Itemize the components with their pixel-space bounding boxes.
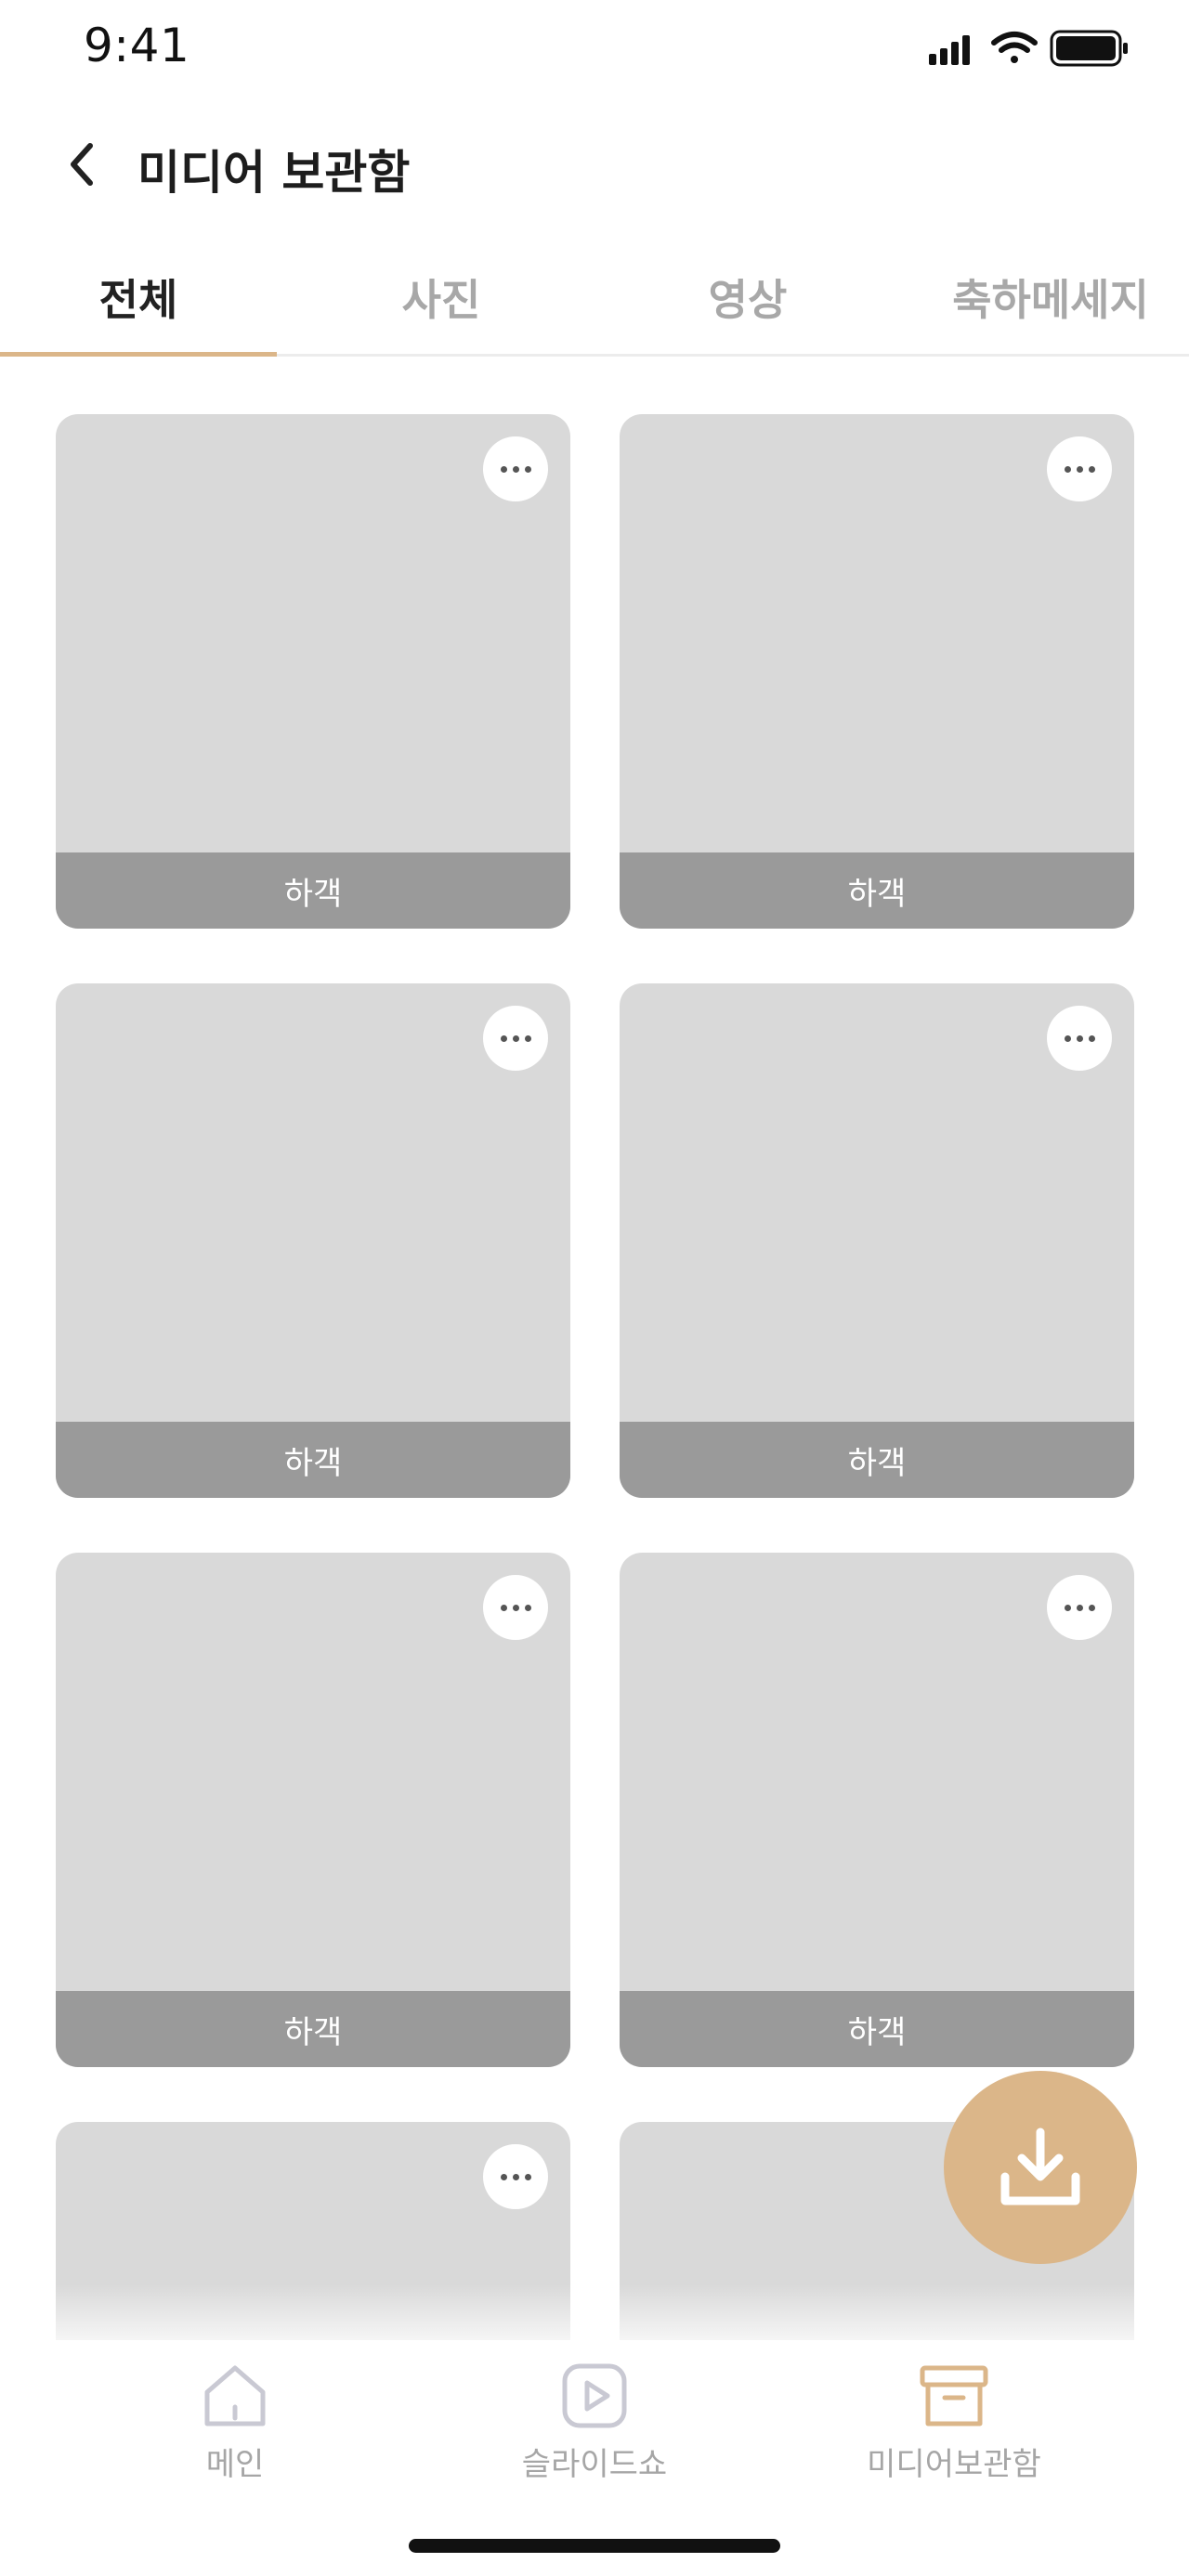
more-button[interactable] bbox=[1047, 1006, 1112, 1071]
wifi-icon bbox=[991, 32, 1038, 63]
tab-indicator bbox=[0, 352, 277, 357]
download-icon bbox=[1000, 2127, 1080, 2205]
chevron-left-icon bbox=[71, 143, 93, 186]
more-button[interactable] bbox=[483, 2144, 548, 2209]
back-button[interactable] bbox=[54, 132, 110, 197]
tab-video[interactable]: 영상 bbox=[613, 238, 882, 357]
archive-icon bbox=[920, 2365, 988, 2426]
battery-icon bbox=[1050, 30, 1128, 67]
media-card[interactable]: 하객 bbox=[56, 414, 570, 929]
media-card[interactable]: 하객 bbox=[56, 1553, 570, 2067]
nav-label-main: 메인 bbox=[205, 2446, 265, 2483]
media-card[interactable]: 하객 bbox=[620, 983, 1134, 1498]
card-label: 하객 bbox=[620, 1991, 1134, 2067]
card-label: 하객 bbox=[56, 1422, 570, 1498]
tab-all[interactable]: 전체 bbox=[0, 238, 277, 357]
more-icon bbox=[500, 1034, 531, 1042]
tab-message[interactable]: 축하메세지 bbox=[929, 238, 1172, 357]
more-button[interactable] bbox=[483, 1006, 548, 1071]
download-button[interactable] bbox=[944, 2071, 1137, 2264]
nav-item-slideshow[interactable]: 슬라이드쇼 bbox=[455, 2359, 734, 2484]
card-label: 하객 bbox=[620, 1422, 1134, 1498]
nav-item-main[interactable]: 메인 bbox=[96, 2359, 374, 2484]
tab-bar: 전체 사진 영상 축하메세지 bbox=[0, 238, 1189, 357]
more-icon bbox=[500, 1604, 531, 1611]
card-label: 하객 bbox=[620, 852, 1134, 929]
more-icon bbox=[500, 2173, 531, 2180]
status-icons bbox=[910, 24, 1189, 71]
more-icon bbox=[1064, 1604, 1095, 1611]
more-icon bbox=[1064, 465, 1095, 473]
nav-item-archive[interactable]: 미디어보관함 bbox=[815, 2359, 1093, 2484]
nav-label-archive: 미디어보관함 bbox=[867, 2446, 1041, 2483]
more-button[interactable] bbox=[483, 436, 548, 501]
nav-label-slideshow: 슬라이드쇼 bbox=[521, 2446, 668, 2483]
media-card[interactable]: 하객 bbox=[620, 414, 1134, 929]
more-icon bbox=[500, 465, 531, 473]
card-label: 하객 bbox=[56, 852, 570, 929]
more-button[interactable] bbox=[483, 1575, 548, 1640]
status-time: 9:41 bbox=[84, 19, 190, 72]
signal-icon bbox=[929, 35, 970, 65]
media-card[interactable]: 하객 bbox=[620, 1553, 1134, 2067]
tab-photo[interactable]: 사진 bbox=[307, 238, 576, 357]
play-icon bbox=[562, 2363, 627, 2428]
home-icon bbox=[204, 2365, 266, 2426]
more-button[interactable] bbox=[1047, 1575, 1112, 1640]
page-title: 미디어 보관함 bbox=[137, 146, 411, 200]
media-card[interactable]: 하객 bbox=[56, 983, 570, 1498]
more-button[interactable] bbox=[1047, 436, 1112, 501]
more-icon bbox=[1064, 1034, 1095, 1042]
home-indicator bbox=[409, 2539, 780, 2553]
card-label: 하객 bbox=[56, 1991, 570, 2067]
